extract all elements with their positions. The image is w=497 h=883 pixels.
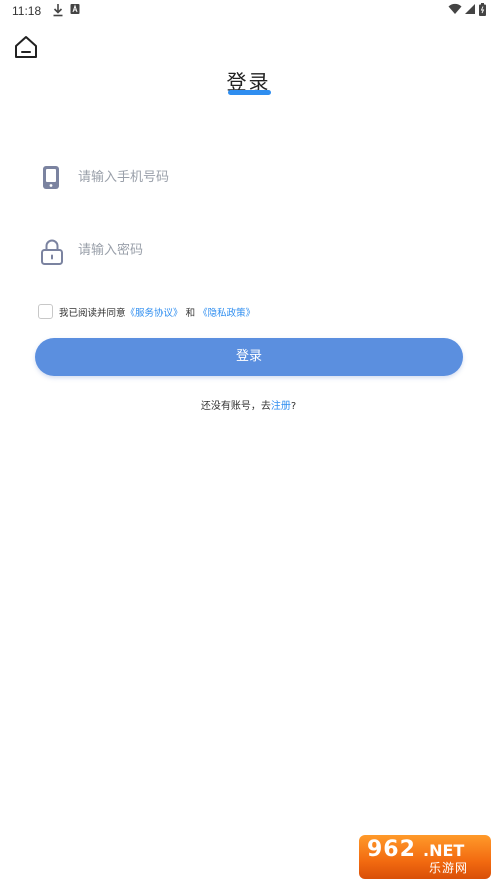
status-time: 11:18 — [12, 4, 42, 18]
a-notification-icon — [70, 3, 80, 18]
signal-icon — [464, 3, 476, 18]
home-button[interactable] — [12, 33, 40, 61]
battery-icon — [479, 3, 486, 19]
register-link[interactable]: 注册 — [271, 401, 291, 412]
password-field[interactable] — [36, 230, 462, 270]
wifi-icon — [448, 3, 462, 18]
agreement-conjunction: 和 — [185, 308, 196, 319]
phone-icon — [40, 165, 62, 189]
agreement-checkbox[interactable] — [38, 304, 53, 319]
phone-input[interactable] — [76, 163, 450, 191]
home-icon — [15, 36, 37, 58]
register-prefix: 还没有账号，去 — [200, 401, 271, 412]
password-input[interactable] — [76, 236, 450, 264]
watermark-number: 962 — [367, 837, 416, 862]
service-agreement-link[interactable]: 《服务协议》 — [126, 308, 183, 319]
download-icon — [52, 3, 64, 20]
title-underline — [228, 90, 271, 95]
watermark-net: .NET — [423, 841, 465, 860]
status-bar: 11:18 — [0, 0, 497, 22]
lock-icon — [40, 238, 63, 265]
register-row: 还没有账号，去注册? — [0, 397, 497, 412]
register-suffix: ? — [290, 401, 297, 412]
agreement-prefix: 我已阅读并同意 — [59, 308, 126, 319]
watermark-cn: 乐游网 — [429, 861, 469, 875]
agreement-text: 我已阅读并同意《服务协议》 和 《隐私政策》 — [59, 305, 255, 319]
login-button[interactable]: 登录 — [35, 338, 463, 376]
watermark-logo: 962 .NET 乐游网 — [359, 835, 491, 879]
privacy-policy-link[interactable]: 《隐私政策》 — [198, 308, 255, 319]
phone-field[interactable] — [36, 157, 462, 197]
